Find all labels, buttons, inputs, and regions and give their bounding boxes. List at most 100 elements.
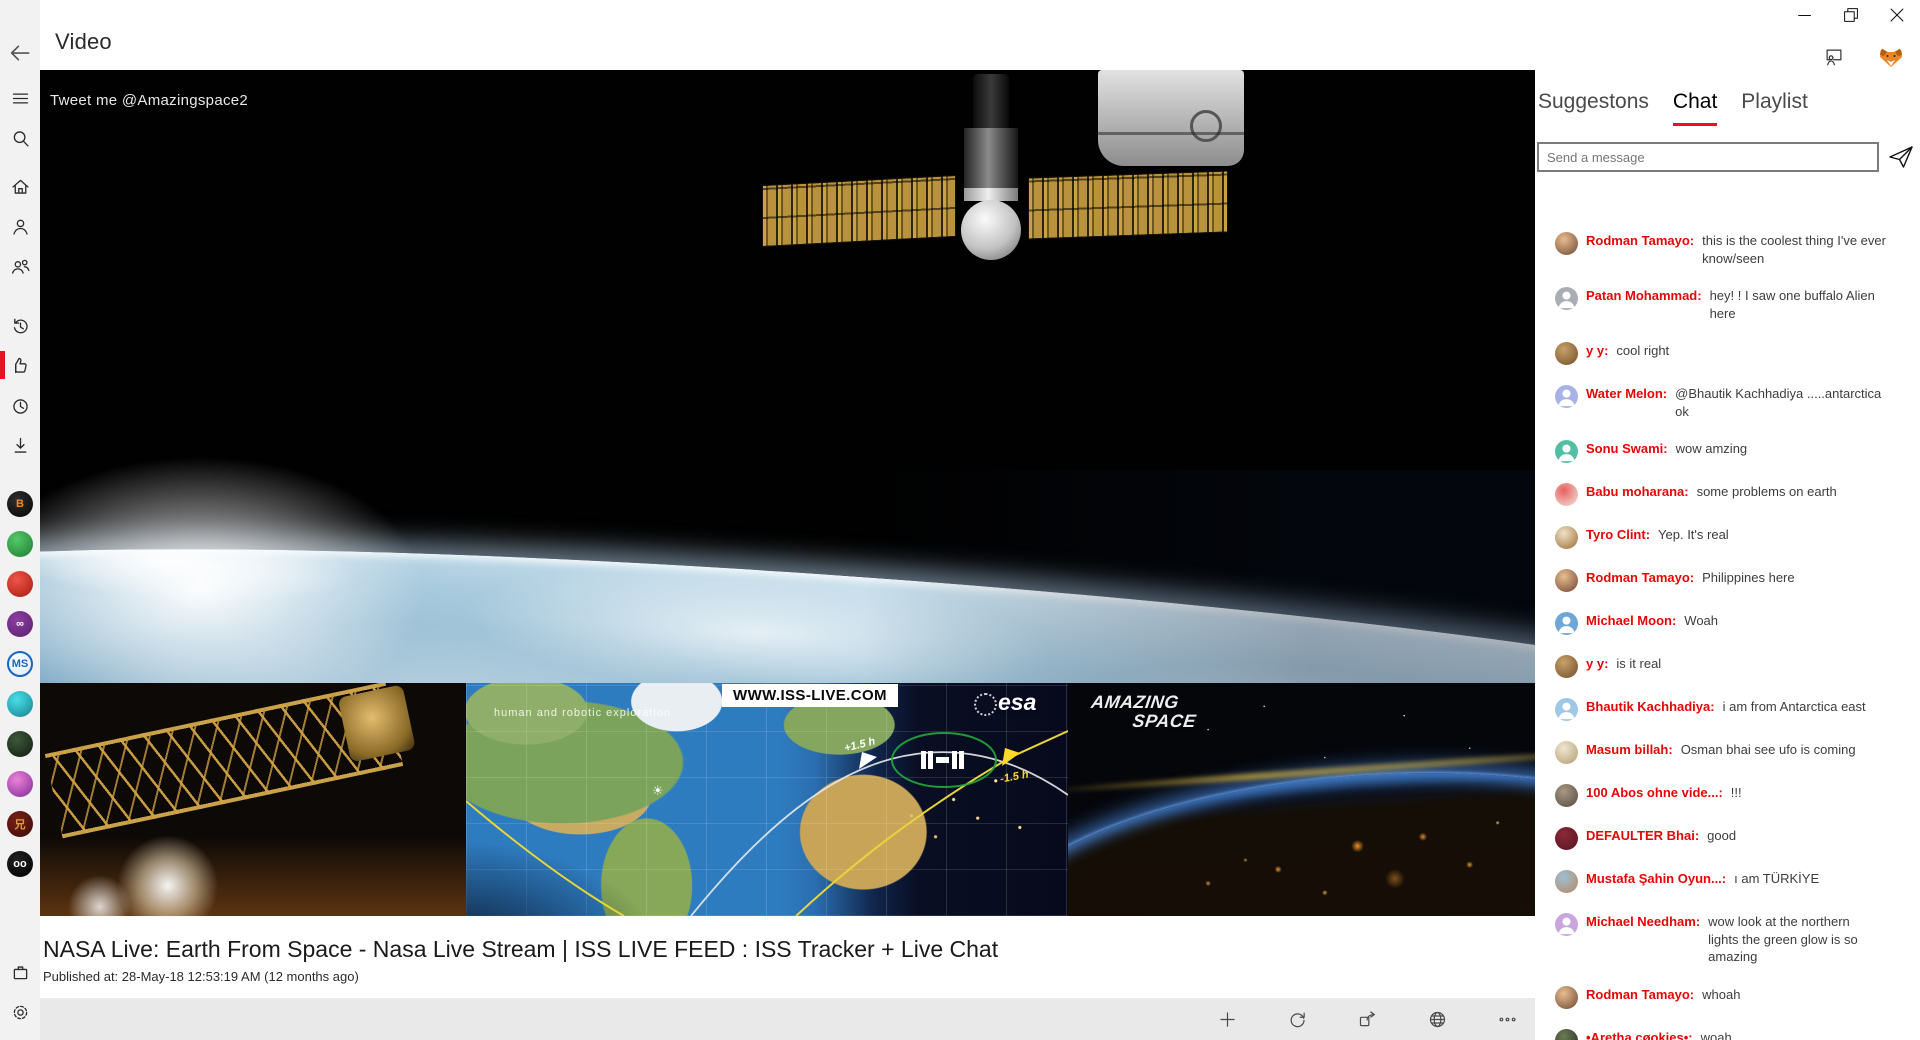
exploration-caption: human and robotic exploration — [494, 707, 671, 719]
esa-logo: esa — [998, 689, 1036, 716]
chat-message-text: Philippines here — [1702, 569, 1910, 587]
toolbar-more-button[interactable] — [1495, 1007, 1519, 1031]
tab-chat[interactable]: Chat — [1673, 90, 1717, 126]
back-button[interactable] — [4, 38, 36, 68]
chat-message-row: Patan Mohammad: hey! ! I saw one buffalo… — [1535, 287, 1920, 322]
chat-avatar — [1555, 784, 1578, 807]
sidebar-channel-avatar[interactable]: oo — [7, 851, 33, 877]
toolbar-refresh-button[interactable] — [1285, 1007, 1309, 1031]
chat-username[interactable]: Babu moharana: — [1586, 483, 1689, 501]
toolbar-share-button[interactable] — [1355, 1007, 1379, 1031]
sidebar-account-button[interactable] — [0, 210, 40, 242]
profile-avatar-fox[interactable] — [1879, 45, 1903, 69]
sidebar-channel-avatar[interactable]: B — [7, 491, 33, 517]
chat-username[interactable]: •Aretha cøokies•: — [1586, 1029, 1693, 1040]
sidebar-channel-avatar[interactable] — [7, 731, 33, 757]
chat-message-text: some problems on earth — [1697, 483, 1910, 501]
chat-message-row: Bhautik Kachhadiya: i am from Antarctica… — [1535, 698, 1920, 721]
chat-username[interactable]: Sonu Swami: — [1586, 440, 1668, 458]
chat-username[interactable]: Michael Needham: — [1586, 913, 1700, 931]
sidebar-settings-button[interactable] — [0, 996, 40, 1028]
chat-username[interactable]: 100 Abos ohne vide...: — [1586, 784, 1723, 802]
solar-panel-left — [762, 175, 956, 247]
minimize-button[interactable] — [1782, 0, 1828, 30]
chat-panel: Suggestons Chat Playlist Rodman Tamayo: th… — [1535, 70, 1920, 1040]
video-overlay-text: Tweet me @Amazingspace2 — [50, 92, 248, 109]
sidebar-channel-avatar[interactable] — [7, 571, 33, 597]
sidebar-people-button[interactable] — [0, 250, 40, 282]
chat-message-text: wow amzing — [1676, 440, 1910, 458]
sidebar-watch-later-button[interactable] — [0, 390, 40, 422]
chat-avatar — [1555, 232, 1578, 255]
chat-avatar — [1555, 526, 1578, 549]
video-player[interactable]: Tweet me @Amazingspace2 — [40, 70, 1535, 916]
tab-playlist[interactable]: Playlist — [1741, 90, 1808, 126]
sidebar-menu-button[interactable] — [0, 82, 40, 114]
chat-username[interactable]: y y: — [1586, 655, 1608, 673]
toolbar-plus-button[interactable] — [1215, 1007, 1239, 1031]
chat-username[interactable]: Masum billah: — [1586, 741, 1673, 759]
chat-message-row: Sonu Swami: wow amzing — [1535, 440, 1920, 463]
sidebar-channel-avatar[interactable] — [7, 531, 33, 557]
cast-icon[interactable] — [1822, 46, 1848, 70]
chat-message-row: Water Melon: @Bhautik Kachhadiya .....an… — [1535, 385, 1920, 420]
chat-message-row: Michael Needham: wow look at the norther… — [1535, 913, 1920, 966]
view-iss-structure — [40, 683, 466, 916]
chat-message-text: Woah — [1684, 612, 1910, 630]
chat-username[interactable]: Bhautik Kachhadiya: — [1586, 698, 1715, 716]
chat-avatar — [1555, 483, 1578, 506]
sidebar-channel-avatar[interactable]: ∞ — [7, 611, 33, 637]
chat-username[interactable]: Rodman Tamayo: — [1586, 569, 1694, 587]
chat-username[interactable]: y y: — [1586, 342, 1608, 360]
sidebar-home-button[interactable] — [0, 170, 40, 202]
close-button[interactable] — [1874, 0, 1920, 30]
chat-avatar — [1555, 698, 1578, 721]
chat-username[interactable]: DEFAULTER Bhai: — [1586, 827, 1699, 845]
chat-avatar — [1555, 741, 1578, 764]
chat-message-input[interactable] — [1537, 142, 1879, 172]
chat-username[interactable]: Rodman Tamayo: — [1586, 986, 1694, 1004]
chat-username[interactable]: Mustafa Şahin Oyun...: — [1586, 870, 1726, 888]
chat-avatar — [1555, 870, 1578, 893]
chat-message-text: is it real — [1616, 655, 1910, 673]
chat-username[interactable]: Water Melon: — [1586, 385, 1667, 403]
toolbar-globe-button[interactable] — [1425, 1007, 1449, 1031]
sidebar-search-button[interactable] — [0, 122, 40, 154]
sidebar-channel-avatar[interactable]: MS — [7, 651, 33, 677]
chat-message-text: this is the coolest thing I've ever know… — [1702, 232, 1910, 267]
sidebar-downloads-button[interactable] — [0, 429, 40, 461]
chat-avatar — [1555, 287, 1578, 310]
chat-avatar — [1555, 827, 1578, 850]
chat-avatar — [1555, 913, 1578, 936]
chat-username[interactable]: Rodman Tamayo: — [1586, 232, 1694, 250]
sidebar-likes-button[interactable] — [0, 349, 40, 381]
chat-avatar — [1555, 612, 1578, 635]
chat-avatar — [1555, 385, 1578, 408]
sidebar-channel-avatar[interactable]: 兄 — [7, 811, 33, 837]
sidebar-history-button[interactable] — [0, 310, 40, 342]
fox-icon — [1879, 45, 1903, 69]
chat-message-text: good — [1707, 827, 1910, 845]
chat-message-text: cool right — [1616, 342, 1910, 360]
chat-message-row: Rodman Tamayo: this is the coolest thing… — [1535, 232, 1920, 267]
view-earth-night: AMAZING SPACE — [1068, 683, 1535, 916]
chat-username[interactable]: Tyro Clint: — [1586, 526, 1650, 544]
send-message-button[interactable] — [1886, 143, 1916, 171]
chat-username[interactable]: Michael Moon: — [1586, 612, 1676, 630]
video-published-date: Published at: 28-May-18 12:53:19 AM (12 … — [43, 969, 359, 984]
chat-message-text: !!! — [1731, 784, 1910, 802]
sidebar-channel-avatar[interactable] — [7, 771, 33, 797]
window-controls — [1782, 0, 1920, 30]
sidebar-apps-button[interactable] — [0, 956, 40, 988]
chat-message-row: Tyro Clint: Yep. It's real — [1535, 526, 1920, 549]
tab-suggestons[interactable]: Suggestons — [1538, 90, 1649, 126]
sidebar-channel-avatar[interactable] — [7, 691, 33, 717]
amazing-space-logo: AMAZING SPACE — [1087, 693, 1200, 731]
chat-message-row: Rodman Tamayo: Philippines here — [1535, 569, 1920, 592]
chat-avatar — [1555, 342, 1578, 365]
chat-message-text: i am from Antarctica east — [1723, 698, 1910, 716]
chat-message-row: •Aretha cøokies•: woah — [1535, 1029, 1920, 1040]
restore-button[interactable] — [1828, 0, 1874, 30]
chat-username[interactable]: Patan Mohammad: — [1586, 287, 1702, 305]
chat-avatar — [1555, 986, 1578, 1009]
